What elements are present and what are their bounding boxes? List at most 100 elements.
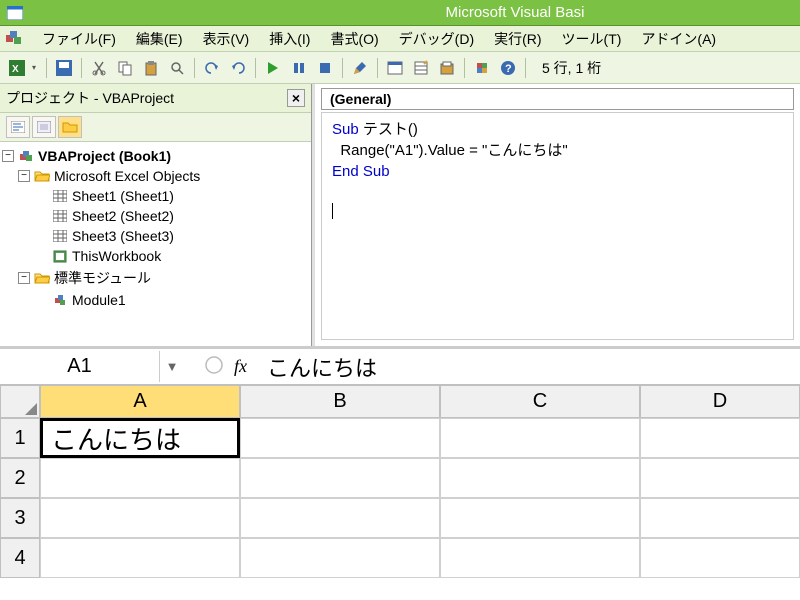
- excel-icon[interactable]: X: [6, 57, 28, 79]
- cut-icon[interactable]: [88, 57, 110, 79]
- break-icon[interactable]: [288, 57, 310, 79]
- menu-insert[interactable]: 挿入(I): [259, 26, 320, 52]
- col-header-C[interactable]: C: [440, 385, 640, 418]
- help-icon[interactable]: ?: [497, 57, 519, 79]
- cell-D1[interactable]: [640, 418, 800, 458]
- run-icon[interactable]: [262, 57, 284, 79]
- code-section-dropdown[interactable]: (General): [321, 88, 794, 110]
- section-label: (General): [330, 91, 391, 107]
- close-button[interactable]: ×: [287, 89, 305, 107]
- project-tree[interactable]: − VBAProject (Book1) − Microsoft Excel O…: [0, 142, 311, 346]
- select-all-corner[interactable]: [0, 385, 40, 418]
- col-header-B[interactable]: B: [240, 385, 440, 418]
- cell-A3[interactable]: [40, 498, 240, 538]
- sheet1-label: Sheet1 (Sheet1): [72, 188, 174, 204]
- cell-D4[interactable]: [640, 538, 800, 578]
- cell-B3[interactable]: [240, 498, 440, 538]
- save-icon[interactable]: [53, 57, 75, 79]
- module1-label: Module1: [72, 292, 126, 308]
- collapse-icon[interactable]: −: [2, 150, 14, 162]
- tree-module1[interactable]: Module1: [2, 290, 309, 310]
- sheet-icon: [52, 228, 68, 244]
- row-header-2[interactable]: 2: [0, 458, 40, 498]
- object-browser-icon[interactable]: [436, 57, 458, 79]
- fx-icon[interactable]: fx: [234, 356, 247, 377]
- menu-run[interactable]: 実行(R): [484, 26, 551, 52]
- cell-C2[interactable]: [440, 458, 640, 498]
- toolbox-icon[interactable]: [471, 57, 493, 79]
- cursor-position: 5 行, 1 桁: [532, 58, 611, 78]
- text-cursor: [332, 203, 333, 219]
- code-line2: Range("A1").Value = "こんにちは": [332, 142, 568, 159]
- spreadsheet-grid[interactable]: A B C D 1 こんにちは 2 3 4: [0, 385, 800, 578]
- menu-edit[interactable]: 編集(E): [126, 26, 193, 52]
- menu-view[interactable]: 表示(V): [193, 26, 260, 52]
- undo-icon[interactable]: [201, 57, 223, 79]
- project-explorer-icon[interactable]: [384, 57, 406, 79]
- formula-value[interactable]: こんにちは: [247, 351, 377, 383]
- properties-icon[interactable]: [410, 57, 432, 79]
- separator: [46, 58, 47, 78]
- tree-sheet2[interactable]: Sheet2 (Sheet2): [2, 206, 309, 226]
- redo-icon[interactable]: [227, 57, 249, 79]
- menu-addins[interactable]: アドイン(A): [631, 26, 726, 52]
- tree-thisworkbook[interactable]: ThisWorkbook: [2, 246, 309, 266]
- vba-titlebar: Microsoft Visual Basi: [0, 0, 800, 26]
- svg-text:X: X: [12, 64, 19, 75]
- namebox-dropdown-icon[interactable]: ▼: [160, 353, 184, 381]
- project-icon: [18, 148, 34, 164]
- project-header: プロジェクト - VBAProject ×: [0, 84, 311, 113]
- separator: [464, 58, 465, 78]
- cell-C4[interactable]: [440, 538, 640, 578]
- folder-open-icon: [34, 270, 50, 286]
- code-editor[interactable]: Sub テスト() Range("A1").Value = "こんにちは" En…: [321, 112, 794, 340]
- sheet2-label: Sheet2 (Sheet2): [72, 208, 174, 224]
- keyword-sub: Sub: [332, 121, 359, 138]
- collapse-icon[interactable]: −: [18, 272, 30, 284]
- tree-sheet3[interactable]: Sheet3 (Sheet3): [2, 226, 309, 246]
- fx-button[interactable]: [184, 355, 234, 378]
- module-icon: [52, 292, 68, 308]
- keyword-endsub: End Sub: [332, 163, 390, 180]
- app-icon: [6, 4, 24, 22]
- collapse-icon[interactable]: −: [18, 170, 30, 182]
- cell-A2[interactable]: [40, 458, 240, 498]
- menu-debug[interactable]: デバッグ(D): [389, 26, 484, 52]
- view-object-icon[interactable]: [32, 116, 56, 138]
- cell-A4[interactable]: [40, 538, 240, 578]
- name-box[interactable]: A1: [0, 351, 160, 382]
- row-header-3[interactable]: 3: [0, 498, 40, 538]
- folder-toggle-icon[interactable]: [58, 116, 82, 138]
- paste-icon[interactable]: [140, 57, 162, 79]
- modules-folder-label: 標準モジュール: [54, 268, 151, 288]
- menu-tools[interactable]: ツール(T): [552, 26, 632, 52]
- design-mode-icon[interactable]: [349, 57, 371, 79]
- cell-C3[interactable]: [440, 498, 640, 538]
- cell-D3[interactable]: [640, 498, 800, 538]
- window-title: Microsoft Visual Basi: [30, 4, 800, 21]
- col-header-D[interactable]: D: [640, 385, 800, 418]
- tree-root[interactable]: − VBAProject (Book1): [2, 146, 309, 166]
- find-icon[interactable]: [166, 57, 188, 79]
- cell-B4[interactable]: [240, 538, 440, 578]
- tree-sheet1[interactable]: Sheet1 (Sheet1): [2, 186, 309, 206]
- tree-folder-modules[interactable]: − 標準モジュール: [2, 266, 309, 290]
- dropdown-icon[interactable]: ▾: [32, 63, 40, 72]
- view-code-icon[interactable]: [6, 116, 30, 138]
- menu-file[interactable]: ファイル(F): [32, 26, 126, 52]
- project-root-label: VBAProject (Book1): [38, 148, 171, 164]
- menu-format[interactable]: 書式(O): [320, 26, 388, 52]
- cell-D2[interactable]: [640, 458, 800, 498]
- row-header-1[interactable]: 1: [0, 418, 40, 458]
- col-header-A[interactable]: A: [40, 385, 240, 418]
- cell-C1[interactable]: [440, 418, 640, 458]
- reset-icon[interactable]: [314, 57, 336, 79]
- formula-bar-row: A1 ▼ fx こんにちは: [0, 349, 800, 385]
- cell-B1[interactable]: [240, 418, 440, 458]
- sheet3-label: Sheet3 (Sheet3): [72, 228, 174, 244]
- cell-A1[interactable]: こんにちは: [40, 418, 240, 458]
- tree-folder-excel-objects[interactable]: − Microsoft Excel Objects: [2, 166, 309, 186]
- row-header-4[interactable]: 4: [0, 538, 40, 578]
- cell-B2[interactable]: [240, 458, 440, 498]
- copy-icon[interactable]: [114, 57, 136, 79]
